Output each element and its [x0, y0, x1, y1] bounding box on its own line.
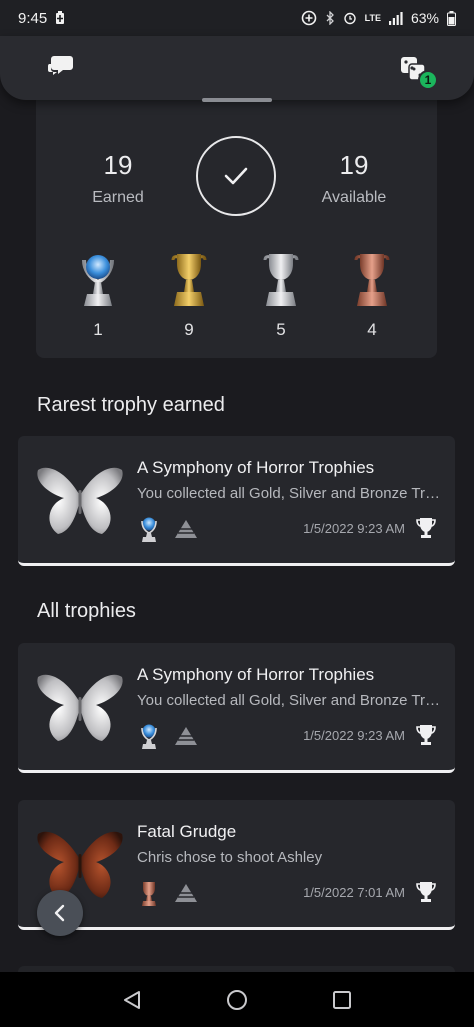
earned-stat: 19 Earned — [78, 150, 158, 207]
butterfly-white-thumbnail — [37, 674, 123, 741]
chat-bubbles-icon[interactable] — [46, 54, 76, 82]
available-count: 19 — [339, 150, 369, 180]
back-fab-button[interactable] — [37, 890, 83, 936]
circle-home-icon[interactable] — [226, 989, 248, 1011]
rarity-pyramid-icon — [175, 520, 197, 538]
trophy-cup-icon — [416, 882, 436, 902]
platinum-trophy-icon — [141, 517, 157, 542]
completed-circle — [196, 136, 276, 216]
all-trophies-section-title: All trophies — [37, 600, 136, 622]
earned-date: 1/5/2022 7:01 AM — [303, 885, 405, 900]
trophy-description: You collected all Gold, Silver and Bronz… — [137, 692, 442, 709]
earned-date: 1/5/2022 9:23 AM — [303, 521, 405, 536]
battery-saver-icon — [55, 11, 65, 25]
drag-handle[interactable] — [202, 98, 272, 102]
trophy-card[interactable]: Fatal Grudge Chris chose to shoot Ashley… — [18, 800, 455, 930]
trophy-title: A Symphony of Horror Trophies — [137, 458, 375, 477]
available-stat: 19 Available — [311, 150, 397, 207]
gold-count: 9 — [184, 320, 194, 339]
trophy-card[interactable]: A Symphony of Horror Trophies You collec… — [18, 643, 455, 773]
chevron-left-icon — [54, 904, 65, 922]
earned-label: Earned — [92, 189, 144, 206]
rarity-pyramid-icon — [175, 884, 197, 902]
top-bar: 1 — [0, 36, 474, 100]
earned-date: 1/5/2022 9:23 AM — [303, 728, 405, 743]
system-nav-bar — [0, 972, 474, 1027]
battery-percent: 63% — [410, 10, 439, 26]
bronze-count: 4 — [367, 320, 377, 339]
trophy-card[interactable]: A Symphony of Horror Trophies You collec… — [18, 436, 455, 566]
bronze-trophy-icon — [142, 882, 156, 906]
trophy-description: You collected all Gold, Silver and Bronz… — [137, 485, 442, 502]
platinum-trophy-icon — [141, 724, 157, 749]
platinum-count: 1 — [93, 320, 103, 339]
butterfly-white-thumbnail — [37, 467, 123, 534]
rarest-section-title: Rarest trophy earned — [37, 394, 225, 416]
earned-count: 19 — [103, 150, 133, 180]
trophy-title: A Symphony of Horror Trophies — [137, 665, 375, 684]
trophy-cup-icon — [416, 518, 436, 538]
trophy-description: Chris chose to shoot Ashley — [137, 849, 323, 866]
trophy-title: Fatal Grudge — [137, 822, 237, 841]
status-time: 9:45 — [18, 9, 48, 27]
battery-icon — [447, 10, 456, 26]
triangle-back-icon[interactable] — [121, 989, 143, 1011]
silver-count: 5 — [276, 320, 286, 339]
bronze-trophy-icon — [354, 254, 390, 306]
silver-trophy-icon — [263, 254, 299, 306]
checkmark-icon — [224, 167, 248, 185]
notification-badge: 1 — [418, 70, 438, 90]
alarm-icon — [343, 11, 357, 25]
available-label: Available — [321, 189, 387, 206]
rarity-pyramid-icon — [175, 727, 197, 745]
platinum-trophy-icon — [82, 255, 114, 306]
gold-trophy-icon — [171, 254, 207, 306]
data-saver-icon — [301, 10, 317, 26]
status-bar: 9:45 LTE 63% — [0, 0, 474, 36]
square-recents-icon[interactable] — [331, 989, 353, 1011]
signal-icon — [388, 11, 403, 25]
network-type: LTE — [364, 13, 381, 23]
trophy-cup-icon — [416, 725, 436, 745]
trophy-summary-card: 19 Earned 19 Available 1 9 5 4 — [36, 100, 437, 358]
bluetooth-icon — [325, 11, 335, 25]
